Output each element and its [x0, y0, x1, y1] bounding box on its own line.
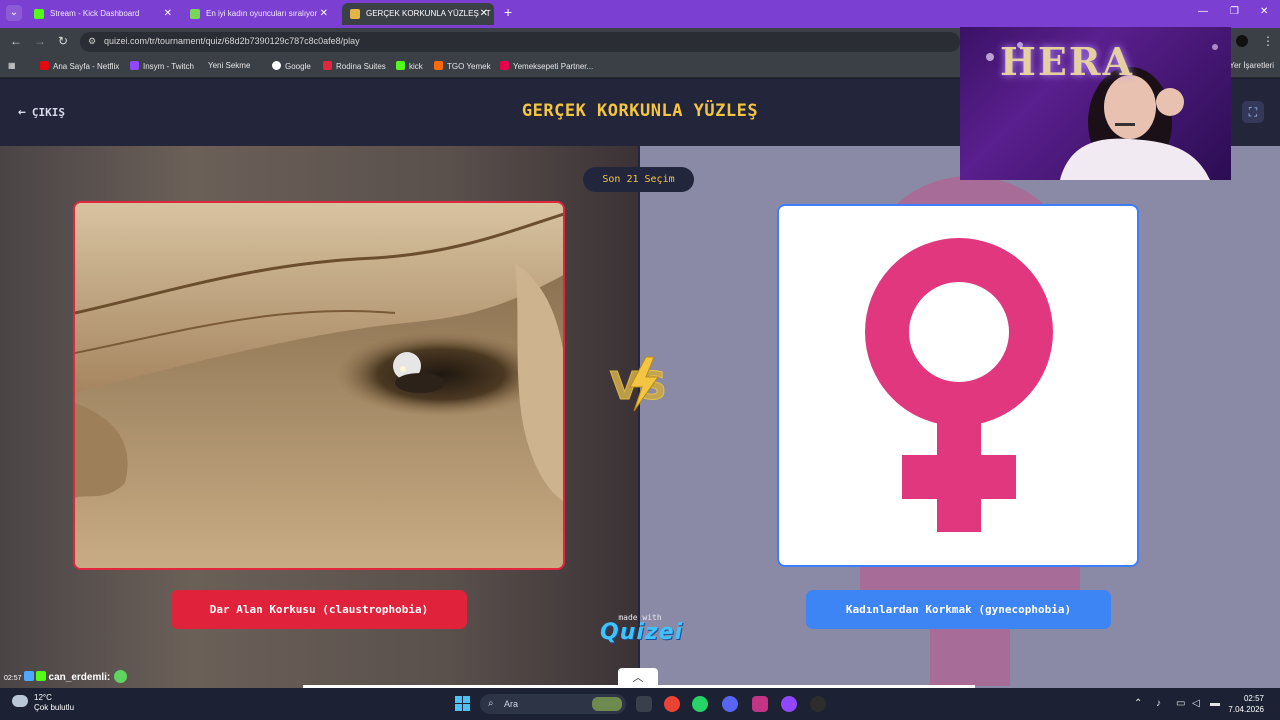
quizei-favicon-icon [350, 9, 360, 19]
windows-start-icon[interactable] [455, 696, 470, 711]
tab-label: En iyi kadın oyuncuları sıralıyor [206, 9, 318, 18]
close-window-icon[interactable]: ✕ [1260, 6, 1268, 17]
battery-icon[interactable]: ▬ [1210, 698, 1220, 709]
cloud-icon [12, 695, 28, 707]
url-field[interactable]: ⚙ quizei.com/tr/tournament/quiz/68d2b739… [80, 32, 960, 52]
emote-icon [114, 670, 128, 683]
rodina-icon [323, 61, 332, 70]
close-tab-icon[interactable]: ✕ [320, 3, 328, 25]
tab-label: Stream - Kick Dashboard [50, 9, 140, 18]
chrome-icon[interactable] [664, 696, 680, 712]
tray-chevron-up-icon[interactable]: ⌃ [1134, 698, 1142, 709]
chat-time: 02:57 [4, 675, 22, 682]
bookmark-twitch[interactable]: Insym - Twitch [130, 61, 194, 71]
network-icon[interactable]: ▭ [1176, 698, 1185, 709]
bookmark-label: Google [285, 62, 311, 71]
chat-separator: : [106, 672, 111, 683]
round-indicator: Son 21 Seçim [583, 167, 694, 192]
versus-lightning-icon: VS [610, 356, 667, 412]
volume-icon[interactable]: ◁ [1192, 698, 1200, 709]
venus-symbol-icon [865, 238, 1053, 532]
site-favicon-icon [190, 9, 200, 19]
minimize-icon[interactable]: — [1198, 6, 1208, 17]
system-clock[interactable]: 02:57 7.04.2026 [1228, 693, 1264, 715]
chat-overlay: 02:57 can_erdemli: [4, 670, 128, 683]
reload-icon[interactable]: ↻ [58, 34, 68, 48]
tab-label: GERÇEK KORKUNLA YÜZLEŞ - T [366, 9, 491, 18]
taskbar-search[interactable]: ⌕ Ara [480, 694, 626, 714]
microphone-icon[interactable]: ♪ [1156, 698, 1161, 709]
discord-icon[interactable] [722, 696, 738, 712]
bookmark-label: Ana Sayfa - Netflix [53, 62, 120, 71]
twitch-app-icon[interactable] [781, 696, 797, 712]
url-text: quizei.com/tr/tournament/quiz/68d2b73901… [104, 36, 360, 46]
bookmark-label: kick [409, 62, 423, 71]
netflix-icon [40, 61, 49, 70]
tab-quiz-active[interactable]: GERÇEK KORKUNLA YÜZLEŞ - T ✕ [342, 3, 494, 25]
bookmark-label: TGO Yemek [447, 62, 491, 71]
cave-photo [75, 203, 563, 568]
choose-left-button[interactable]: Dar Alan Korkusu (claustrophobia) [171, 590, 467, 629]
option-right-image[interactable] [777, 204, 1139, 567]
back-icon[interactable]: ← [10, 34, 22, 48]
tab-kick-dashboard[interactable]: Stream - Kick Dashboard ✕ [26, 3, 178, 25]
bookmark-label: Insym - Twitch [143, 62, 194, 71]
whatsapp-icon[interactable] [692, 696, 708, 712]
close-tab-icon[interactable]: ✕ [164, 3, 172, 25]
quiz-stage: Son 21 Seçim Dar Alan Korkusu (claustrop… [0, 146, 1280, 688]
restore-icon[interactable]: ❐ [1230, 6, 1239, 17]
tab-ranking[interactable]: En iyi kadın oyuncuları sıralıyor ✕ [182, 3, 334, 25]
forward-icon[interactable]: → [34, 34, 46, 48]
choose-right-button[interactable]: Kadınlardan Korkmak (gynecophobia) [806, 590, 1111, 629]
chat-username: can_erdemli [48, 672, 107, 683]
webcam-overlay-title: HERA [1000, 39, 1134, 84]
obs-icon[interactable] [810, 696, 826, 712]
kick-icon [396, 61, 405, 70]
yemeksepeti-icon [500, 61, 509, 70]
site-info-icon[interactable]: ⚙ [88, 36, 96, 47]
all-bookmarks[interactable]: Yer İşaretleri [1229, 61, 1274, 70]
bookmark-yemeksepeti[interactable]: Yemeksepeti Partner... [500, 61, 593, 71]
instagram-icon[interactable] [752, 696, 768, 712]
bookmark-kick[interactable]: kick [396, 61, 423, 71]
bookmark-rodina[interactable]: Rodina Suites [323, 61, 386, 71]
browser-tab-bar: ⌄ Stream - Kick Dashboard ✕ En iyi kadın… [0, 0, 1280, 28]
clock-time: 02:57 [1243, 694, 1264, 703]
clock-date: 7.04.2026 [1228, 705, 1264, 714]
profile-avatar[interactable] [1236, 35, 1248, 47]
search-icon: ⌕ [488, 698, 494, 709]
center-divider [638, 146, 640, 688]
tgo-icon [434, 61, 443, 70]
kick-badge-icon [35, 671, 46, 681]
tab-search-chevron-icon[interactable]: ⌄ [6, 5, 22, 21]
kick-favicon-icon [34, 9, 44, 19]
made-with-quizei[interactable]: made with Quizei [600, 613, 684, 645]
google-icon [272, 61, 281, 70]
option-left-image[interactable] [73, 201, 565, 570]
screen: ⌄ Stream - Kick Dashboard ✕ En iyi kadın… [0, 0, 1280, 720]
search-highlight-icon [592, 697, 622, 711]
bookmark-google[interactable]: Google [272, 61, 311, 71]
twitch-icon [130, 61, 139, 70]
quizei-logo: Quizei [600, 620, 684, 645]
weather-desc: Çok bulutlu [34, 703, 75, 712]
fullscreen-icon[interactable]: ⛶ [1242, 101, 1264, 123]
new-tab-button[interactable]: + [504, 4, 512, 20]
bookmark-new-tab[interactable]: Yeni Sekme [208, 61, 250, 70]
bookmark-label: Yemeksepeti Partner... [513, 62, 594, 71]
task-view-icon[interactable] [636, 696, 652, 712]
moderator-badge-icon [23, 671, 34, 681]
windows-taskbar: 12°C Çok bulutlu ⌕ Ara ⌃ ♪ ▭ ◁ ▬ 02:57 7.… [0, 688, 1280, 720]
webcam-overlay: HERA [960, 27, 1231, 180]
bookmark-tgo[interactable]: TGO Yemek [434, 61, 491, 71]
bookmark-label: Rodina Suites [336, 62, 386, 71]
bookmark-label: Yeni Sekme [208, 61, 251, 70]
search-placeholder: Ara [504, 699, 519, 709]
close-tab-icon[interactable]: ✕ [480, 3, 488, 25]
apps-grid-icon[interactable]: ▦ [8, 61, 16, 70]
more-menu-icon[interactable]: ⋮ [1262, 34, 1274, 48]
bookmark-netflix[interactable]: Ana Sayfa - Netflix [40, 61, 119, 71]
temperature: 12°C [34, 693, 52, 702]
